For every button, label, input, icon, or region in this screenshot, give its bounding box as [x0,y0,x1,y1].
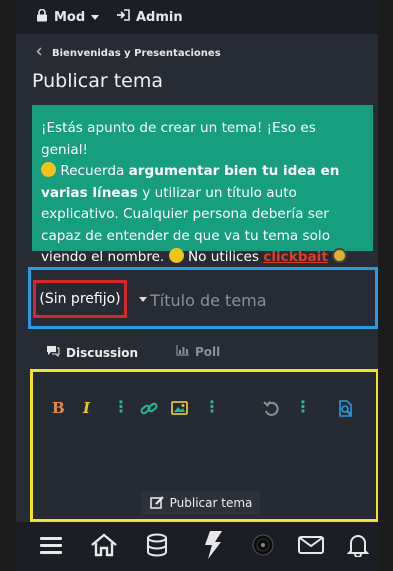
editor-tabs: Discussion Poll [16,338,378,366]
tab-discussion-label: Discussion [66,345,139,360]
more-icon-3[interactable]: ⋮ [295,397,311,416]
top-bar: Mod Admin [16,0,378,34]
smile-emoji-icon [41,162,56,177]
italic-icon[interactable]: I [83,399,90,417]
more-icon-2[interactable]: ⋮ [204,397,220,416]
tab-poll-label: Poll [195,345,221,359]
undo-icon[interactable] [263,400,280,420]
mod-label: Mod [54,10,86,25]
publish-button[interactable]: Publicar tema [142,491,260,515]
image-icon[interactable] [171,401,188,419]
thread-title-input[interactable] [150,285,360,315]
tab-discussion[interactable]: Discussion [46,345,138,360]
admin-link[interactable]: Admin [116,9,183,25]
prefix-caret-icon[interactable] [139,297,147,302]
notice-text-1: ¡Estás apunto de crear un tema! ¡Eso es … [41,120,316,158]
mod-menu[interactable]: Mod [36,8,100,26]
edit-icon [149,495,164,512]
chart-icon [176,345,189,359]
chevron-left-icon [36,47,42,59]
vinyl-icon[interactable] [248,530,278,560]
user-icon [116,9,130,25]
preview-icon[interactable] [337,400,354,421]
link-icon[interactable] [140,401,158,421]
database-icon[interactable] [142,530,172,560]
clickbait-link[interactable]: clickbait [263,249,328,265]
page-title: Publicar tema [32,70,164,92]
prefix-select[interactable]: (Sin prefijo) [33,280,127,318]
nerd-emoji-icon [332,248,348,263]
mail-icon[interactable] [296,530,326,560]
bold-icon[interactable]: B [52,399,65,417]
notice-text-2: Recuerda [56,163,129,179]
admin-label: Admin [136,9,183,25]
grin-emoji-icon [168,248,184,263]
more-icon[interactable]: ⋮ [113,397,129,416]
home-icon[interactable] [89,530,119,560]
breadcrumb-label: Bienvenidas y Presentaciones [52,47,221,59]
lock-icon [36,8,48,26]
phone-frame: Mod Admin Bienvenidas y Presentaciones P… [16,0,378,571]
tab-poll[interactable]: Poll [176,345,220,359]
chat-icon [46,345,60,360]
menu-icon[interactable] [36,530,66,560]
notice-box: ¡Estás apunto de crear un tema! ¡Eso es … [32,105,373,265]
breadcrumb[interactable]: Bienvenidas y Presentaciones [36,47,221,59]
bell-icon[interactable] [343,530,373,560]
bolt-icon[interactable] [198,530,228,560]
caret-down-icon [91,10,100,25]
publish-label: Publicar tema [169,496,253,510]
notice-text-4: No utilices [183,249,264,265]
bottom-nav [16,522,378,571]
prefix-label: (Sin prefijo) [39,291,121,307]
